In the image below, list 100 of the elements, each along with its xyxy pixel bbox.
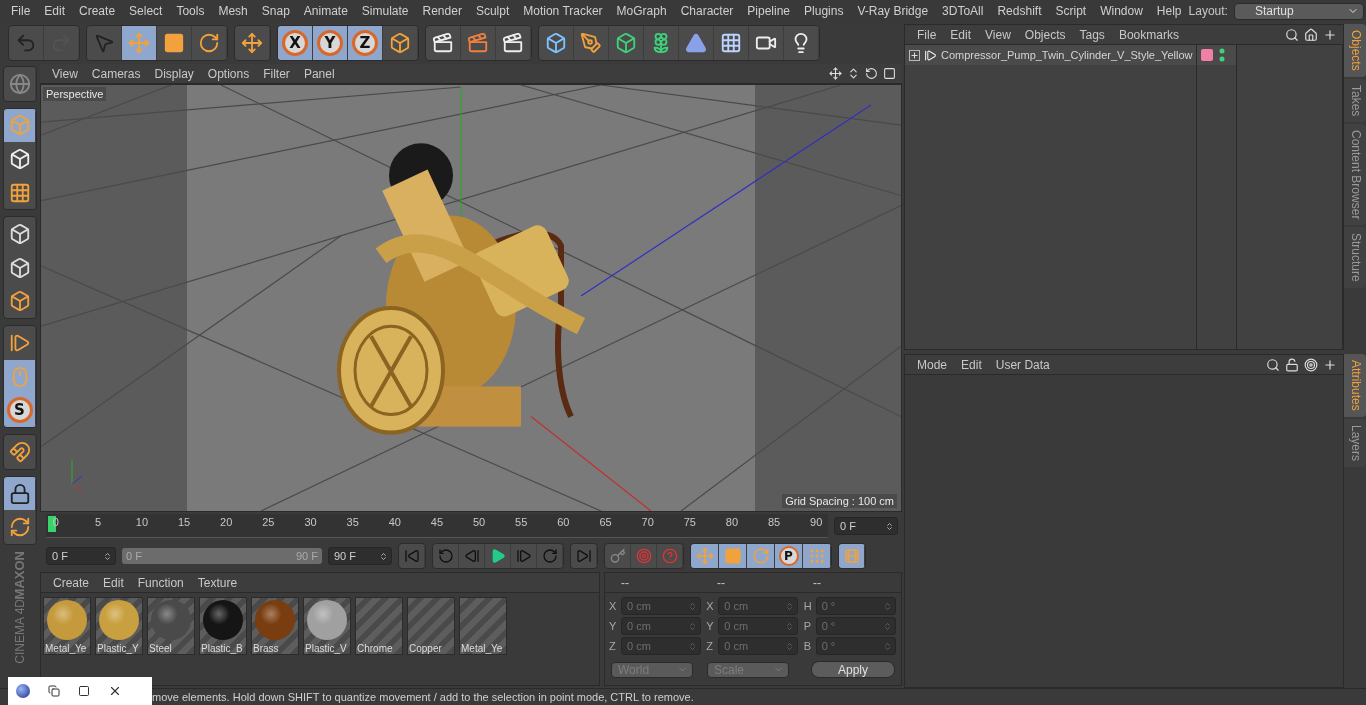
dolly-icon[interactable]: [847, 67, 860, 80]
expand-icon[interactable]: [909, 49, 920, 61]
menu-item[interactable]: Create: [72, 4, 123, 18]
side-tab[interactable]: Attributes: [1344, 354, 1366, 417]
material-menu-item[interactable]: Edit: [97, 575, 130, 590]
material-swatch[interactable]: Metal_Ye: [43, 597, 91, 655]
side-tab[interactable]: Structure: [1344, 227, 1366, 289]
viewport-menu-item[interactable]: Panel: [297, 66, 341, 81]
move-icon: [128, 32, 150, 54]
material-menu-item[interactable]: Texture: [191, 575, 244, 590]
menu-item[interactable]: Select: [122, 4, 170, 18]
axis-toggle-button[interactable]: Y: [313, 26, 348, 60]
key-icon: [609, 548, 626, 564]
menu-item[interactable]: Render: [415, 4, 469, 18]
home-icon[interactable]: [1304, 27, 1318, 42]
search-icon[interactable]: [1266, 357, 1280, 372]
maximize-icon[interactable]: [78, 685, 90, 697]
target-icon[interactable]: [1304, 357, 1318, 372]
side-tab[interactable]: Takes: [1344, 78, 1366, 123]
tool-button[interactable]: [4, 476, 36, 511]
material-menu-item[interactable]: Create: [47, 575, 96, 590]
new-panel-icon[interactable]: [1323, 357, 1337, 372]
menu-item[interactable]: Help: [1149, 4, 1189, 18]
objects-menu-item[interactable]: Tags: [1073, 27, 1111, 42]
key-filter-button[interactable]: [719, 544, 747, 568]
viewport-menu-item[interactable]: View: [46, 66, 84, 81]
timeline-ruler[interactable]: 0 5 10 15 20 25 30 35 40 45 50 55 60 65 70 75 80 85 90: [46, 514, 828, 538]
key-filter-button[interactable]: P: [775, 544, 803, 568]
menu-item[interactable]: Snap: [254, 4, 297, 18]
restore-icon[interactable]: [48, 685, 60, 697]
new-panel-icon[interactable]: [1323, 27, 1337, 42]
attributes-menu-item[interactable]: User Data: [989, 357, 1056, 372]
viewport[interactable]: Perspective Grid Spacing : 100 cm: [40, 84, 902, 512]
tool-button[interactable]: [4, 108, 36, 143]
objects-menu-item[interactable]: Edit: [944, 27, 978, 42]
side-tab[interactable]: Content Browser: [1344, 124, 1366, 226]
menu-item[interactable]: MoGraph: [609, 4, 674, 18]
objects-menu-item[interactable]: View: [979, 27, 1017, 42]
menu-item[interactable]: Tools: [169, 4, 212, 18]
menu-item[interactable]: Edit: [37, 4, 73, 18]
menu-item[interactable]: File: [4, 4, 38, 18]
menu-item[interactable]: Window: [1093, 4, 1150, 18]
viewport-menu-item[interactable]: Display: [148, 66, 200, 81]
start-frame-field[interactable]: 0 F: [46, 547, 116, 565]
axis-toggle-button[interactable]: Z: [348, 26, 383, 60]
search-icon[interactable]: [1285, 27, 1299, 42]
menu-item[interactable]: Animate: [296, 4, 355, 18]
menu-item[interactable]: Pipeline: [740, 4, 798, 18]
menu-item[interactable]: Redshift: [990, 4, 1049, 18]
material-swatch[interactable]: Brass: [251, 597, 299, 655]
menu-item[interactable]: Motion Tracker: [516, 4, 610, 18]
material-swatch[interactable]: Plastic_B: [199, 597, 247, 655]
material-swatch[interactable]: Steel: [147, 597, 195, 655]
orbit-icon[interactable]: [865, 67, 878, 80]
close-icon[interactable]: [108, 684, 122, 698]
menu-item[interactable]: Plugins: [797, 4, 851, 18]
material-swatch[interactable]: Chrome: [355, 597, 403, 655]
apply-button[interactable]: Apply: [811, 661, 895, 678]
menu-item[interactable]: Character: [673, 4, 741, 18]
tool-button[interactable]: [4, 359, 36, 394]
material-swatch[interactable]: Copper: [407, 597, 455, 655]
menu-item[interactable]: Script: [1048, 4, 1094, 18]
axis-toggle-button[interactable]: S: [4, 393, 36, 428]
material-menu-item[interactable]: Function: [131, 575, 190, 590]
menu-item[interactable]: Mesh: [211, 4, 255, 18]
timeline-button[interactable]: [839, 544, 865, 568]
objects-menu-item[interactable]: Bookmarks: [1112, 27, 1185, 42]
viewport-menu-item[interactable]: Cameras: [85, 66, 147, 81]
key-filter-button[interactable]: [691, 544, 719, 568]
attributes-menu-item[interactable]: Mode: [911, 357, 954, 372]
menu-item[interactable]: Sculpt: [468, 4, 517, 18]
objects-menu-item[interactable]: Objects: [1018, 27, 1072, 42]
tool-button[interactable]: [122, 26, 157, 60]
menu-item[interactable]: Simulate: [354, 4, 416, 18]
side-tab[interactable]: Layers: [1344, 418, 1366, 467]
frame-label: 30: [304, 516, 317, 528]
frame-label: 0: [52, 516, 59, 528]
material-swatch[interactable]: Metal_Ye: [459, 597, 507, 655]
end-frame-field[interactable]: 90 F: [328, 547, 392, 565]
key-filter-button[interactable]: [803, 544, 831, 568]
objects-menu-item[interactable]: File: [911, 27, 943, 42]
menu-item[interactable]: V-Ray Bridge: [850, 4, 936, 18]
undo-icon: [15, 32, 37, 54]
viewport-menu-item[interactable]: Options: [201, 66, 256, 81]
scale-icon: [723, 547, 742, 565]
axis-toggle-button[interactable]: X: [278, 26, 313, 60]
current-frame-field[interactable]: 0 F: [834, 517, 898, 535]
attributes-menu-item[interactable]: Edit: [955, 357, 988, 372]
pan-icon[interactable]: [829, 67, 842, 80]
material-swatch[interactable]: Plastic_Y: [95, 597, 143, 655]
axis-label: Y: [706, 620, 715, 632]
viewport-menu-item[interactable]: Filter: [257, 66, 296, 81]
menu-item[interactable]: 3DToAll: [935, 4, 991, 18]
taskbar-preview[interactable]: [8, 677, 152, 705]
side-tab[interactable]: Objects: [1344, 24, 1366, 77]
key-filter-button[interactable]: [747, 544, 775, 568]
lock-icon[interactable]: [1285, 357, 1299, 372]
object-row[interactable]: Compressor_Pump_Twin_Cylinder_V_Style_Yellow: [905, 45, 1196, 65]
layout-dropdown[interactable]: Startup: [1233, 2, 1364, 20]
material-swatch[interactable]: Plastic_V: [303, 597, 351, 655]
